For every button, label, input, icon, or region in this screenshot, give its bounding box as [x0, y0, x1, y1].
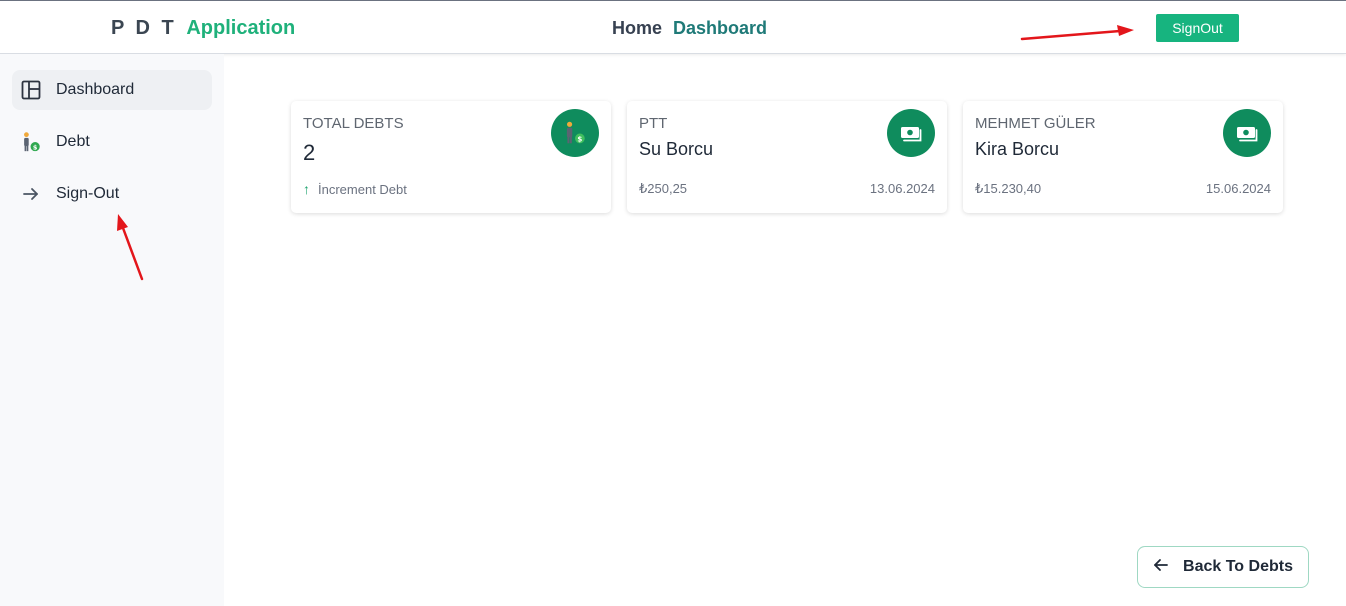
layout-icon	[20, 79, 42, 101]
svg-text:$: $	[33, 143, 38, 151]
back-to-debts-button[interactable]: Back To Debts	[1137, 546, 1309, 588]
sidebar-item-label: Debt	[56, 133, 90, 150]
card-label: MEHMET GÜLER	[975, 115, 1096, 132]
nav-home-link[interactable]: Home	[612, 18, 662, 38]
sidebar: Dashboard $ Debt Sign-Out	[0, 54, 224, 606]
nav-current-page: Dashboard	[673, 18, 768, 38]
debt-card[interactable]: MEHMET GÜLER Kira Borcu ₺15.230,40 15.06…	[963, 101, 1283, 213]
card-label: TOTAL DEBTS	[303, 115, 404, 132]
app-brand: P D T Application	[111, 17, 295, 40]
top-header: P D T Application Home Dashboard SignOut	[0, 0, 1346, 54]
person-money-icon: $	[551, 109, 599, 157]
arrow-left-icon	[1153, 558, 1169, 577]
brand-prefix: P D T	[111, 17, 177, 39]
card-label: PTT	[639, 115, 668, 132]
sidebar-item-label: Dashboard	[56, 81, 135, 98]
sidebar-item-sign-out[interactable]: Sign-Out	[12, 174, 212, 214]
sidebar-item-debt[interactable]: $ Debt	[12, 122, 212, 162]
sidebar-item-label: Sign-Out	[56, 185, 120, 202]
card-value: 2	[303, 140, 316, 165]
card-value: Kira Borcu	[975, 139, 1060, 159]
person-money-icon: $	[20, 131, 42, 153]
increment-debt-link[interactable]: ↑ İncrement Debt	[303, 181, 407, 197]
arrow-right-icon	[20, 183, 42, 205]
increment-debt-label: İncrement Debt	[318, 181, 407, 197]
debt-amount: ₺15.230,40	[975, 181, 1042, 196]
debt-amount: ₺250,25	[639, 181, 688, 196]
banknote-icon	[1223, 109, 1271, 157]
debt-date: 13.06.2024	[869, 181, 935, 196]
arrow-up-icon: ↑	[303, 181, 310, 197]
signout-button[interactable]: SignOut	[1156, 14, 1239, 42]
brand-suffix: Application	[186, 17, 296, 39]
debt-date: 15.06.2024	[1205, 181, 1271, 196]
total-debts-card: TOTAL DEBTS 2 $ ↑ İncrement Debt	[291, 101, 611, 213]
sidebar-item-dashboard[interactable]: Dashboard	[12, 70, 212, 110]
banknote-icon	[887, 109, 935, 157]
back-to-debts-label: Back To Debts	[1183, 558, 1293, 575]
breadcrumb: Home Dashboard	[612, 18, 767, 39]
svg-text:$: $	[577, 134, 582, 143]
debt-card[interactable]: PTT Su Borcu ₺250,25 13.06.2024	[627, 101, 947, 213]
card-value: Su Borcu	[639, 139, 714, 159]
